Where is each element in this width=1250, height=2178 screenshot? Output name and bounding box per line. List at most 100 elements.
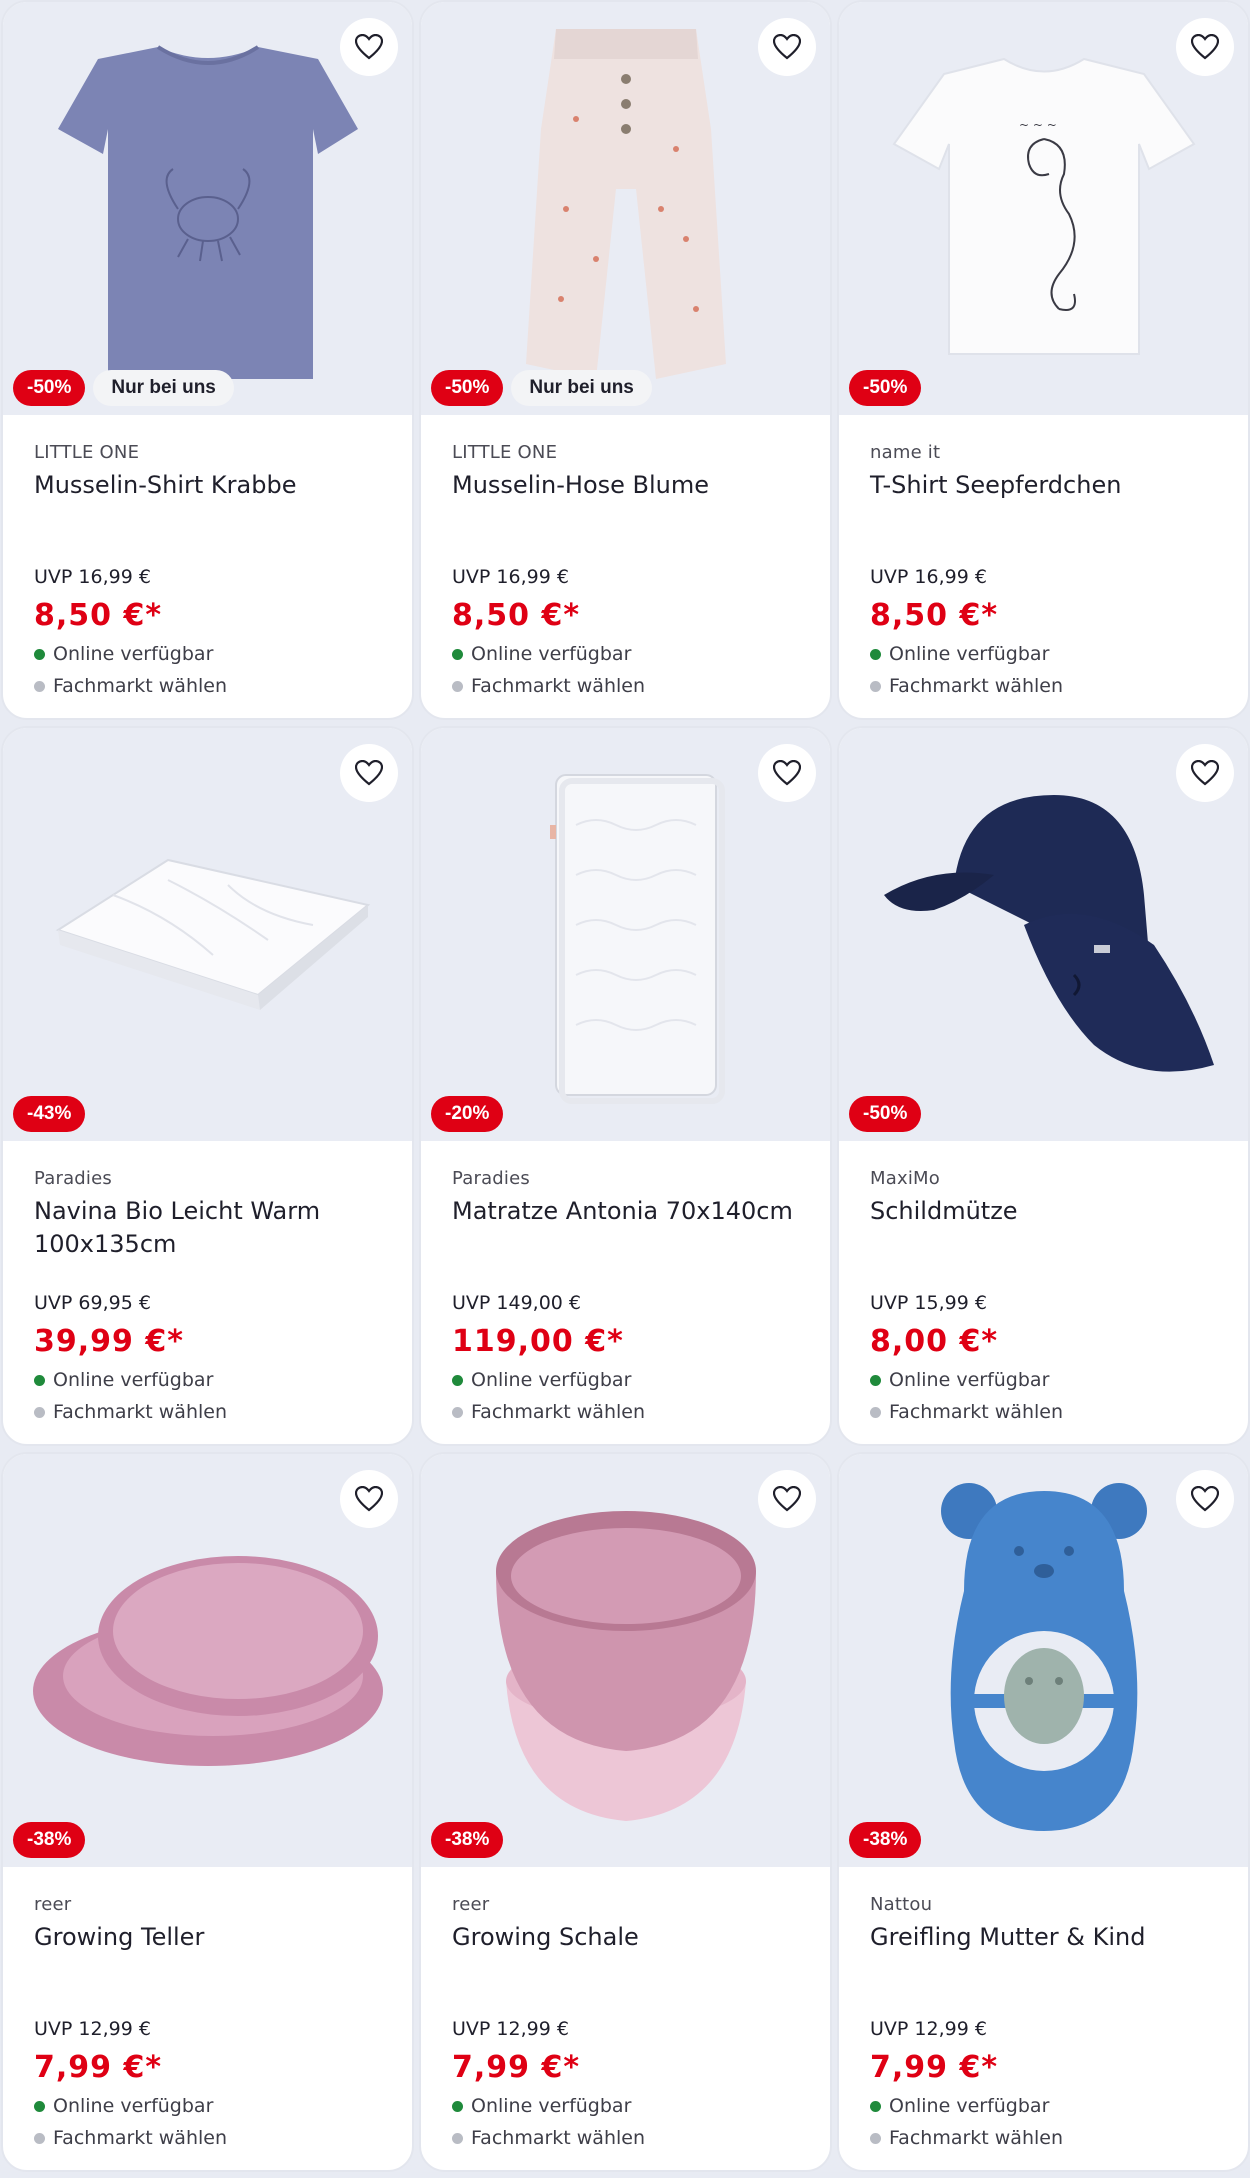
product-uvp: UVP 12,99 € [34, 2018, 151, 2040]
available-dot-icon [452, 648, 463, 660]
blanket-image [55, 858, 370, 1010]
product-info: name it T-Shirt Seepferdchen UVP 16,99 €… [870, 442, 1228, 697]
heart-outline-icon [1191, 34, 1219, 60]
product-title[interactable]: Growing Schale [452, 1921, 810, 1991]
tshirt-seahorse-image: ~ ~ ~ [892, 57, 1195, 355]
availability-label: Online verfügbar [53, 643, 214, 665]
heart-outline-icon [355, 34, 383, 60]
product-title[interactable]: Growing Teller [34, 1921, 392, 1991]
product-info: LITTLE ONE Musselin-Hose Blume UVP 16,99… [452, 442, 810, 697]
product-price: 8,50 €* [452, 598, 581, 633]
favorite-button[interactable] [758, 18, 816, 76]
store-dot-icon [34, 2132, 45, 2144]
product-card[interactable]: -38% reer Growing Teller UVP 12,99 € 7,9… [1, 1452, 414, 2172]
badge-row: -38% [431, 1822, 504, 1858]
product-title[interactable]: T-Shirt Seepferdchen [870, 469, 1228, 539]
product-info: reer Growing Teller UVP 12,99 € 7,99 €* … [34, 1894, 392, 2149]
product-card[interactable]: -20% Paradies Matratze Antonia 70x140cm … [419, 726, 832, 1446]
favorite-button[interactable] [1176, 744, 1234, 802]
store-label: Fachmarkt wählen [889, 675, 1064, 697]
discount-badge: -43% [13, 1096, 86, 1132]
favorite-button[interactable] [1176, 1470, 1234, 1528]
product-price: 119,00 €* [452, 1324, 624, 1359]
favorite-button[interactable] [758, 744, 816, 802]
online-availability: Online verfügbar [870, 643, 1049, 665]
product-card[interactable]: -38% Nattou Greifling Mutter & Kind UVP … [837, 1452, 1250, 2172]
availability-label: Online verfügbar [471, 643, 632, 665]
store-label: Fachmarkt wählen [471, 675, 646, 697]
store-label: Fachmarkt wählen [53, 675, 228, 697]
online-availability: Online verfügbar [34, 643, 213, 665]
product-uvp: UVP 15,99 € [870, 1292, 987, 1314]
product-title[interactable]: Musselin-Hose Blume [452, 469, 810, 539]
product-uvp: UVP 16,99 € [870, 566, 987, 588]
product-uvp: UVP 16,99 € [452, 566, 569, 588]
favorite-button[interactable] [340, 744, 398, 802]
pants-flower-image [525, 28, 726, 379]
store-dot-icon [34, 1406, 45, 1418]
discount-badge: -38% [13, 1822, 86, 1858]
plates-image [32, 1555, 383, 1766]
select-store-link[interactable]: Fachmarkt wählen [452, 1401, 645, 1423]
availability-label: Online verfügbar [889, 643, 1050, 665]
product-info: reer Growing Schale UVP 12,99 € 7,99 €* … [452, 1894, 810, 2149]
store-label: Fachmarkt wählen [53, 2127, 228, 2149]
exclusive-badge: Nur bei uns [511, 370, 652, 406]
select-store-link[interactable]: Fachmarkt wählen [34, 675, 227, 697]
product-card[interactable]: -50% MaxiMo Schildmütze UVP 15,99 € 8,00… [837, 726, 1250, 1446]
favorite-button[interactable] [1176, 18, 1234, 76]
select-store-link[interactable]: Fachmarkt wählen [34, 2127, 227, 2149]
product-title[interactable]: Musselin-Shirt Krabbe [34, 469, 392, 539]
online-availability: Online verfügbar [870, 2095, 1049, 2117]
product-brand: name it [870, 442, 941, 463]
badge-row: -38% [13, 1822, 86, 1858]
online-availability: Online verfügbar [452, 643, 631, 665]
product-price: 8,00 €* [870, 1324, 999, 1359]
online-availability: Online verfügbar [870, 1369, 1049, 1391]
store-dot-icon [452, 2132, 463, 2144]
product-title[interactable]: Navina Bio Leicht Warm 100x135cm [34, 1195, 392, 1265]
store-label: Fachmarkt wählen [889, 1401, 1064, 1423]
select-store-link[interactable]: Fachmarkt wählen [870, 2127, 1063, 2149]
product-card[interactable]: -43% Paradies Navina Bio Leicht Warm 100… [1, 726, 414, 1446]
product-title[interactable]: Matratze Antonia 70x140cm [452, 1195, 810, 1265]
product-uvp: UVP 149,00 € [452, 1292, 582, 1314]
svg-text:~ ~ ~: ~ ~ ~ [1019, 118, 1057, 132]
select-store-link[interactable]: Fachmarkt wählen [870, 675, 1063, 697]
available-dot-icon [452, 1374, 463, 1386]
product-title[interactable]: Greifling Mutter & Kind [870, 1921, 1228, 1991]
heart-outline-icon [1191, 760, 1219, 786]
availability-label: Online verfügbar [53, 1369, 214, 1391]
online-availability: Online verfügbar [452, 1369, 631, 1391]
select-store-link[interactable]: Fachmarkt wählen [34, 1401, 227, 1423]
badge-row: -50% [849, 370, 922, 406]
discount-badge: -50% [431, 370, 504, 406]
product-card[interactable]: -50% Nur bei uns LITTLE ONE Musselin-Shi… [1, 0, 414, 720]
product-brand: LITTLE ONE [34, 442, 140, 463]
teether-bear-image [940, 1482, 1147, 1831]
store-dot-icon [870, 680, 881, 692]
heart-outline-icon [773, 760, 801, 786]
available-dot-icon [870, 1374, 881, 1386]
product-card[interactable]: -50% Nur bei uns LITTLE ONE Musselin-Hos… [419, 0, 832, 720]
store-dot-icon [452, 1406, 463, 1418]
online-availability: Online verfügbar [452, 2095, 631, 2117]
favorite-button[interactable] [340, 1470, 398, 1528]
product-card[interactable]: -38% reer Growing Schale UVP 12,99 € 7,9… [419, 1452, 832, 2172]
select-store-link[interactable]: Fachmarkt wählen [452, 2127, 645, 2149]
online-availability: Online verfügbar [34, 1369, 213, 1391]
product-brand: Paradies [34, 1168, 112, 1189]
product-uvp: UVP 69,95 € [34, 1292, 151, 1314]
select-store-link[interactable]: Fachmarkt wählen [870, 1401, 1063, 1423]
product-brand: reer [452, 1894, 490, 1915]
badge-row: -38% [849, 1822, 922, 1858]
favorite-button[interactable] [758, 1470, 816, 1528]
availability-label: Online verfügbar [53, 2095, 214, 2117]
select-store-link[interactable]: Fachmarkt wählen [452, 675, 645, 697]
product-card[interactable]: ~ ~ ~ -50% name it T-Shirt Seepferdchen … [837, 0, 1250, 720]
badge-row: -50% Nur bei uns [13, 370, 234, 406]
product-title[interactable]: Schildmütze [870, 1195, 1228, 1265]
product-brand: LITTLE ONE [452, 442, 558, 463]
favorite-button[interactable] [340, 18, 398, 76]
heart-outline-icon [773, 34, 801, 60]
